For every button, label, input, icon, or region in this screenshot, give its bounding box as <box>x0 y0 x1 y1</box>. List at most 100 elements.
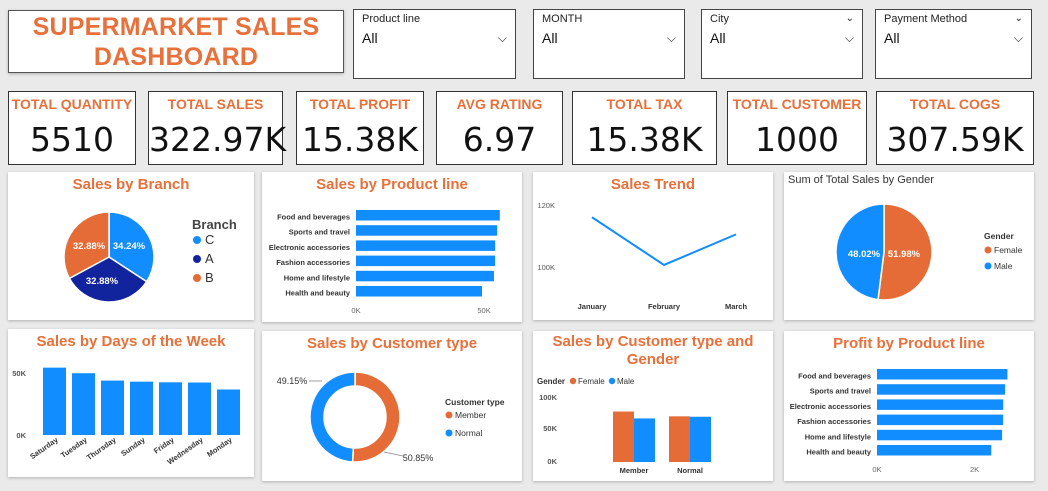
category-label: Fashion accessories <box>797 417 871 426</box>
legend-title: Customer type <box>445 397 505 407</box>
slicer-payment-method-label: Payment Method <box>884 13 968 25</box>
bar <box>634 418 655 462</box>
kpi-label: TOTAL TAX <box>606 96 683 112</box>
bar <box>356 255 496 267</box>
slicer-city[interactable]: City ⌄ All ⌵ <box>701 9 863 79</box>
pie-data-label: 32.88% <box>73 241 106 252</box>
sales-by-product-chart[interactable]: Food and beverages Sports and travel Elect… <box>262 198 522 322</box>
chart-card-product[interactable]: Sales by Product line Food and beverages… <box>262 172 522 322</box>
category-label: Monday <box>205 435 234 459</box>
tick-label: 50K <box>543 424 557 433</box>
chart-title: Sales by Product line <box>316 176 468 193</box>
kpi-label: TOTAL COGS <box>909 96 1001 112</box>
category-label: Home and lifestyle <box>805 432 871 441</box>
bar <box>101 380 124 435</box>
dashboard-title-box: SUPERMARKET SALES DASHBOARD <box>8 10 344 73</box>
category-label: Friday <box>152 435 176 456</box>
chart-card-days[interactable]: Sales by Days of the Week 50K 0K Saturday T… <box>8 329 254 477</box>
pie-data-label: 32.88% <box>86 276 119 287</box>
chevron-down-icon[interactable]: ⌵ <box>845 31 854 46</box>
kpi-value: 15.38K <box>586 120 703 159</box>
pie-data-label: 51.98% <box>888 249 921 260</box>
bar <box>877 384 1006 395</box>
legend-label: C <box>205 232 214 247</box>
profit-by-product-chart[interactable]: Food and beverages Sports and travel Elect… <box>784 357 1034 481</box>
chart-title: Sales by Days of the Week <box>36 333 226 350</box>
category-label: March <box>725 302 748 311</box>
chevron-down-icon[interactable]: ⌵ <box>498 31 507 46</box>
dashboard-title: SUPERMARKET SALES DASHBOARD <box>33 12 320 72</box>
sales-by-branch-chart[interactable]: 34.24% 32.88% 32.88% BranchCAB <box>8 198 254 320</box>
chevron-up-icon[interactable]: ⌄ <box>846 13 854 25</box>
category-label: Saturday <box>28 435 60 461</box>
slicer-product-line[interactable]: Product line All ⌵ <box>353 9 516 79</box>
pie-data-label: 49.15% <box>277 376 308 386</box>
legend-label: Female <box>994 245 1023 255</box>
chart-card-trend[interactable]: Sales Trend 120K 100K January February March <box>533 172 773 320</box>
bar <box>130 381 153 435</box>
chart-card-custtype[interactable]: Sales by Customer type 50.85% 49.15% Custo… <box>262 331 522 481</box>
bar <box>690 416 711 462</box>
legend-marker <box>445 429 453 437</box>
dashboard-title-line1: SUPERMARKET SALES <box>32 12 320 41</box>
tick-label: 0K <box>872 465 881 474</box>
tick-label: 2K <box>970 465 979 474</box>
slicer-city-value: All <box>710 30 726 46</box>
sales-by-gender-chart[interactable]: 51.98% 48.02% Gender Female Male <box>784 190 1034 320</box>
legend-label: Normal <box>455 428 483 438</box>
chart-title: Sum of Total Sales by Gender <box>788 174 934 186</box>
kpi-value: 307.59K <box>886 120 1024 159</box>
tick-label: 120K <box>537 201 555 210</box>
bar <box>217 389 240 435</box>
legend-marker <box>193 255 201 263</box>
chart-card-custgender[interactable]: Sales by Customer type and Gender Gender… <box>533 331 773 481</box>
category-label: Health and beauty <box>806 448 871 457</box>
sales-by-customer-type-chart[interactable]: 50.85% 49.15% Customer type Member Normal <box>262 357 522 481</box>
chart-title: Profit by Product line <box>833 335 985 352</box>
tick-label: 0K <box>16 431 26 440</box>
chart-card-profit[interactable]: Profit by Product line Food and beverage… <box>784 331 1034 481</box>
bar <box>159 382 182 435</box>
bar <box>356 225 498 236</box>
dashboard-title-line2: DASHBOARD <box>93 42 259 71</box>
kpi-total-tax: TOTAL TAX 15.38K <box>572 91 717 165</box>
bar <box>356 270 494 282</box>
kpi-label: TOTAL CUSTOMER <box>732 96 862 112</box>
chevron-up-icon[interactable]: ⌄ <box>1015 13 1023 25</box>
category-label: February <box>648 302 681 311</box>
chevron-down-icon[interactable]: ⌵ <box>667 31 676 46</box>
chart-card-gender[interactable]: Sum of Total Sales by Gender 51.98% 48.02… <box>784 172 1034 320</box>
legend-marker <box>984 246 992 254</box>
sales-by-customer-type-gender-chart[interactable]: Gender Female Male 100K 50K 0K Member Normal <box>533 369 773 481</box>
pie-data-label: 34.24% <box>113 241 146 252</box>
legend-title: Branch <box>192 217 237 232</box>
kpi-label: TOTAL SALES <box>167 96 264 112</box>
kpi-total-sales: TOTAL SALES 322.97K <box>148 91 287 165</box>
chart-card-branch[interactable]: Sales by Branch 34.24% 32.88% 32.88% Branch… <box>8 172 254 320</box>
sales-trend-chart[interactable]: 120K 100K January February March <box>533 194 773 320</box>
sales-by-days-chart[interactable]: 50K0K Saturday TuesdayThursday Sunday Friday… <box>8 353 254 477</box>
tick-label: 100K <box>537 263 555 272</box>
tick-label: 0K <box>547 457 557 466</box>
chart-title: Sales by Customer type <box>306 335 478 352</box>
bar <box>72 373 95 435</box>
slicer-month-value: All <box>542 30 558 46</box>
category-label: Food and beverages <box>798 372 871 381</box>
tick-label: 50K <box>477 306 490 315</box>
legend-label: A <box>205 251 214 266</box>
slicer-city-label: City <box>710 13 729 25</box>
kpi-label: TOTAL PROFIT <box>309 96 411 112</box>
legend-marker <box>193 236 201 244</box>
tick-label: 0K <box>351 306 360 315</box>
leader-line <box>383 451 404 457</box>
chevron-down-icon[interactable]: ⌵ <box>1014 31 1023 46</box>
slicer-payment-method[interactable]: Payment Method ⌄ All ⌵ <box>875 9 1032 79</box>
kpi-value: 322.97K <box>149 120 287 159</box>
bar <box>43 367 66 435</box>
bar <box>356 286 483 297</box>
bar <box>356 210 500 221</box>
pie-slice-member <box>351 371 401 463</box>
slicer-month[interactable]: MONTH All ⌵ <box>533 9 685 79</box>
slicer-payment-method-value: All <box>884 30 900 46</box>
kpi-value: 5510 <box>30 120 114 159</box>
